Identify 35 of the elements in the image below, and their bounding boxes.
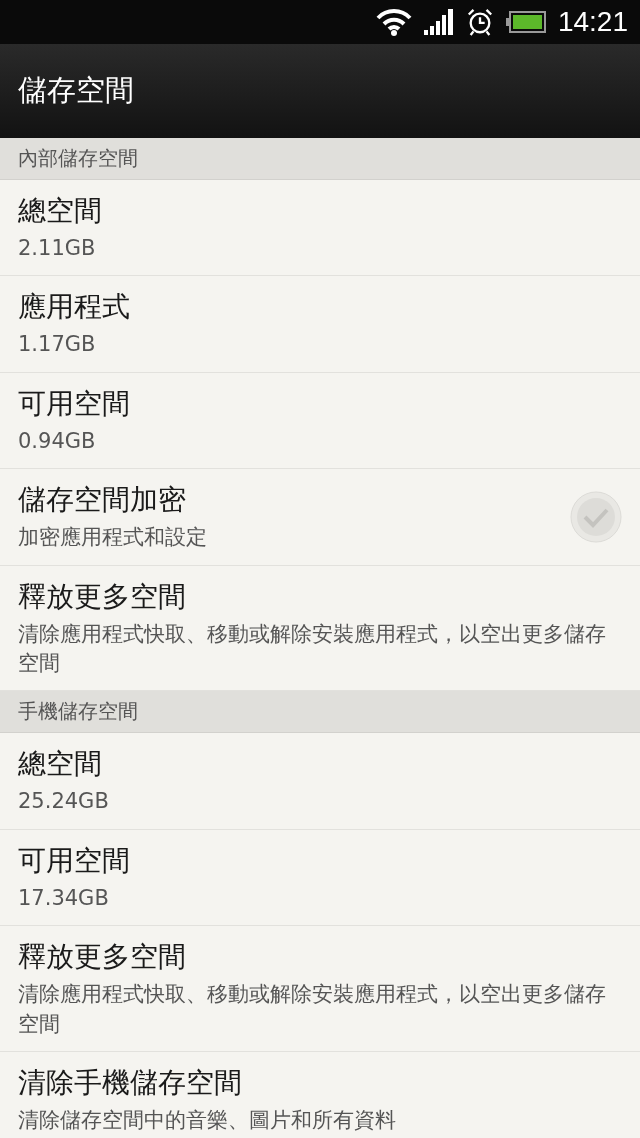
settings-row[interactable]: 總空間 25.24GB bbox=[0, 733, 640, 830]
status-time: 14:21 bbox=[557, 6, 628, 38]
row-subtitle: 清除應用程式快取、移動或解除安裝應用程式，以空出更多儲存空間 bbox=[18, 981, 607, 1038]
row-title: 總空間 bbox=[18, 746, 103, 783]
row-title: 總空間 bbox=[18, 193, 103, 229]
row-title: 應用程式 bbox=[18, 289, 131, 326]
section-header: 內部儲存空間 bbox=[0, 138, 640, 180]
row-subtitle: 1.17GB bbox=[18, 331, 97, 359]
battery-icon bbox=[505, 11, 546, 33]
alarm-icon bbox=[465, 8, 494, 36]
settings-row[interactable]: 可用空間 17.34GB bbox=[0, 829, 640, 927]
settings-row[interactable]: 總空間 2.11GB bbox=[0, 180, 640, 277]
section-header: 手機儲存空間 bbox=[0, 691, 640, 734]
row-subtitle: 清除儲存空間中的音樂、圖片和所有資料 bbox=[18, 1106, 397, 1134]
row-title: 儲存空間加密 bbox=[18, 482, 187, 519]
wifi-icon bbox=[375, 8, 412, 36]
signal-icon bbox=[423, 9, 454, 35]
row-title: 清除手機儲存空間 bbox=[18, 1064, 243, 1101]
settings-row[interactable]: 可用空間 0.94GB bbox=[0, 372, 640, 470]
row-title: 釋放更多空間 bbox=[18, 578, 187, 615]
screen-title: 儲存空間 bbox=[18, 72, 134, 109]
row-subtitle: 17.34GB bbox=[18, 884, 110, 912]
settings-row[interactable]: 應用程式 1.17GB bbox=[0, 276, 640, 373]
row-title: 可用空間 bbox=[18, 842, 131, 879]
row-subtitle: 25.24GB bbox=[18, 788, 110, 816]
row-subtitle: 2.11GB bbox=[18, 235, 97, 262]
settings-row[interactable]: 清除手機儲存空間 清除儲存空間中的音樂、圖片和所有資料 bbox=[0, 1051, 640, 1138]
settings-row[interactable]: 釋放更多空間 清除應用程式快取、移動或解除安裝應用程式，以空出更多儲存空間 bbox=[0, 926, 640, 1052]
checkbox[interactable] bbox=[570, 490, 622, 543]
row-title: 可用空間 bbox=[18, 385, 131, 422]
row-subtitle: 0.94GB bbox=[18, 427, 97, 455]
row-title: 釋放更多空間 bbox=[18, 939, 187, 976]
row-subtitle: 清除應用程式快取、移動或解除安裝應用程式，以空出更多儲存空間 bbox=[18, 620, 607, 677]
row-subtitle: 加密應用程式和設定 bbox=[18, 524, 208, 552]
settings-row[interactable]: 儲存空間加密 加密應用程式和設定 bbox=[0, 469, 640, 566]
